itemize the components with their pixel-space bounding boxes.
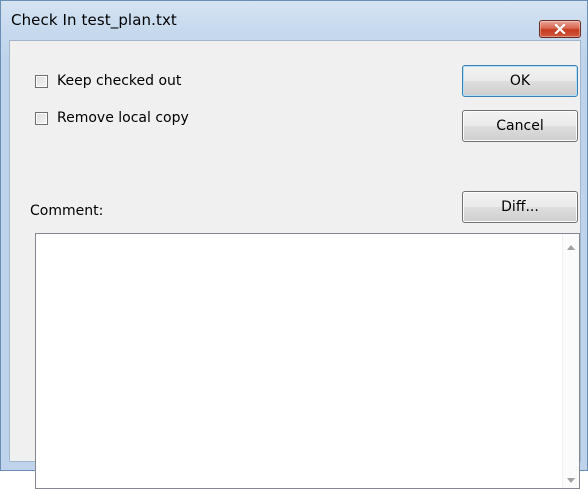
keep-checked-out-option[interactable]: Keep checked out	[35, 73, 181, 89]
dialog-body: Keep checked out Remove local copy OK Ca…	[9, 40, 581, 489]
scroll-down-button[interactable]	[563, 469, 579, 486]
scroll-up-arrow-icon	[567, 235, 575, 254]
check-in-dialog: Check In test_plan.txt Keep checked out …	[0, 0, 588, 489]
comment-scrollbar[interactable]	[562, 234, 579, 488]
remove-local-copy-option[interactable]: Remove local copy	[35, 110, 189, 126]
keep-checked-out-checkbox[interactable]	[35, 74, 48, 88]
close-icon	[554, 24, 566, 34]
ok-button[interactable]: OK	[462, 65, 578, 97]
scroll-up-button[interactable]	[563, 236, 579, 253]
comment-textarea[interactable]	[35, 233, 580, 489]
keep-checked-out-label[interactable]: Keep checked out	[57, 73, 181, 89]
close-button[interactable]	[539, 20, 581, 38]
remove-local-copy-checkbox[interactable]	[35, 111, 48, 125]
title-bar[interactable]: Check In test_plan.txt	[1, 1, 587, 39]
comment-label: Comment:	[30, 203, 104, 219]
window-title: Check In test_plan.txt	[11, 11, 177, 29]
cancel-button[interactable]: Cancel	[462, 110, 578, 142]
diff-button[interactable]: Diff...	[462, 191, 578, 223]
remove-local-copy-label[interactable]: Remove local copy	[57, 110, 189, 126]
